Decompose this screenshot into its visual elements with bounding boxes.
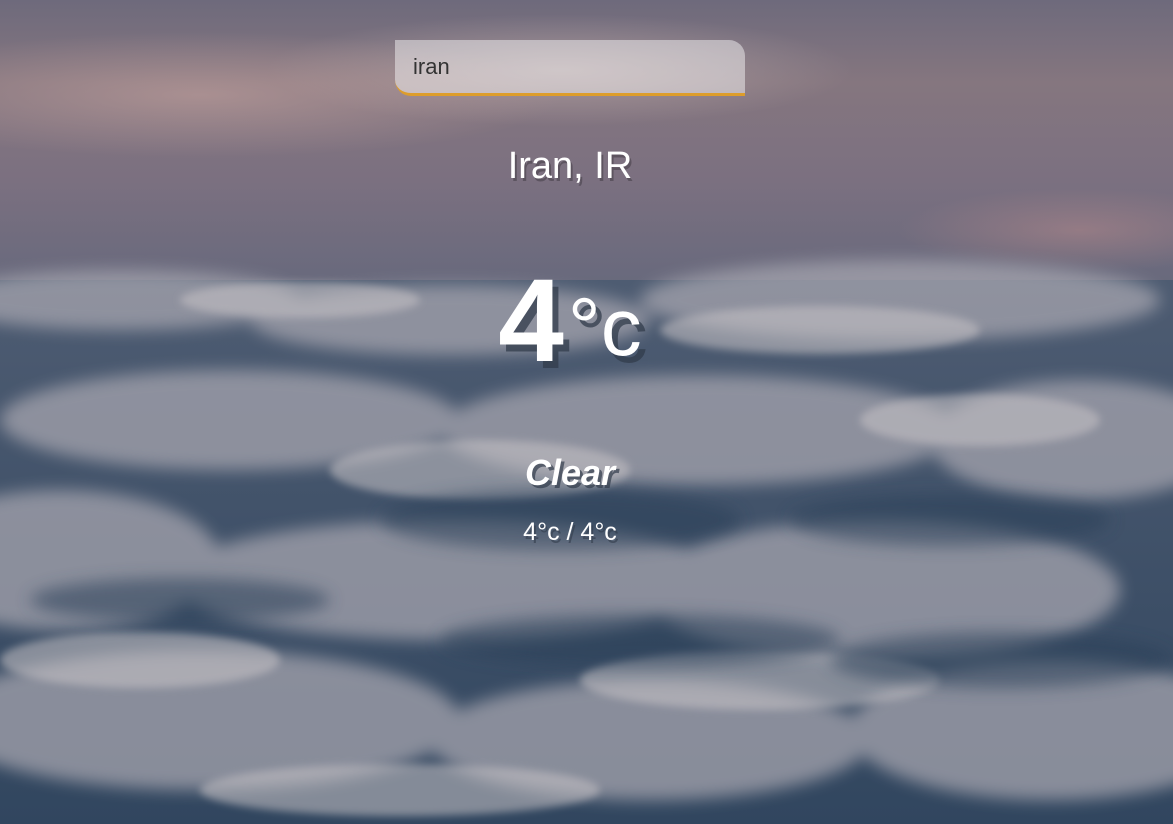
hi-low-temperature: 4°c / 4°c (523, 518, 617, 546)
weather-description: Clear (524, 452, 616, 493)
location-name: Iran, IR (507, 145, 633, 187)
temperature-unit: °c (567, 282, 642, 373)
search-input[interactable] (395, 40, 745, 96)
weather-content: Iran, IR 4°c Clear 4°c / 4°c (0, 0, 1173, 824)
temperature-value: 4 (498, 255, 564, 387)
current-temperature: 4°c (0, 262, 1140, 380)
weather-app: Iran, IR 4°c Clear 4°c / 4°c (0, 0, 1173, 824)
